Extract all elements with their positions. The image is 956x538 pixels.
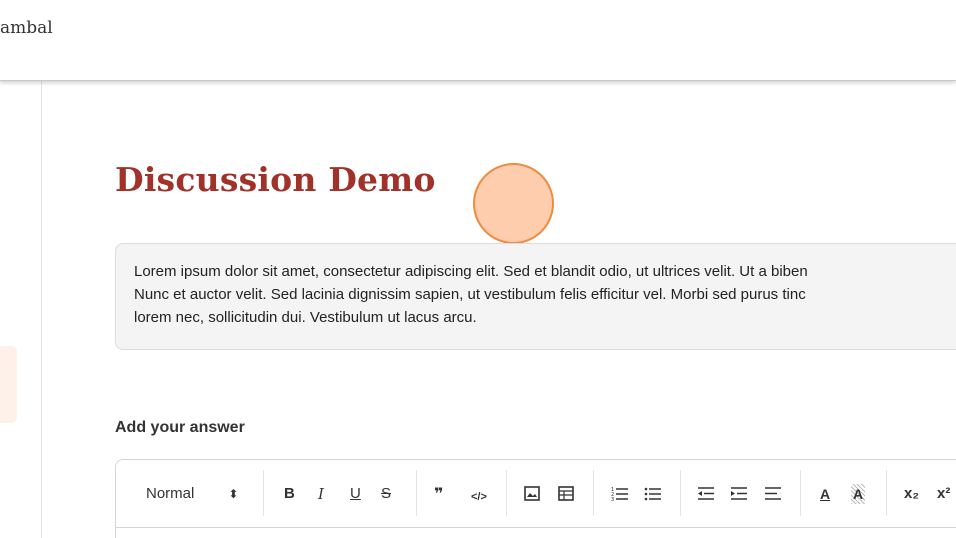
outdent-icon[interactable] bbox=[697, 486, 714, 507]
toolbar-separator bbox=[416, 470, 417, 516]
toolbar-separator bbox=[800, 470, 801, 516]
superscript-button[interactable]: x² bbox=[937, 484, 950, 504]
svg-text:3: 3 bbox=[611, 497, 614, 501]
image-icon[interactable] bbox=[524, 486, 540, 507]
sidebar-divider bbox=[41, 81, 42, 538]
table-icon[interactable] bbox=[558, 486, 574, 507]
strike-button[interactable]: S bbox=[381, 484, 391, 504]
ordered-list-icon[interactable]: 123 bbox=[611, 486, 628, 507]
page-title: Discussion Demo bbox=[115, 160, 436, 199]
click-indicator bbox=[473, 163, 554, 244]
toolbar-separator bbox=[506, 470, 507, 516]
subscript-button[interactable]: x₂ bbox=[904, 484, 919, 504]
question-text: Lorem ipsum dolor sit amet, consectetur … bbox=[134, 263, 808, 326]
format-select-label: Normal bbox=[146, 485, 195, 502]
italic-button[interactable]: I bbox=[318, 484, 324, 504]
underline-button[interactable]: U bbox=[350, 484, 361, 504]
answer-label: Add your answer bbox=[115, 419, 245, 436]
bullet-list-icon[interactable] bbox=[644, 486, 661, 507]
code-icon[interactable]: </> bbox=[471, 487, 487, 507]
top-navbar: ambal bbox=[0, 0, 956, 81]
chevron-updown-icon: ⬍ bbox=[228, 487, 239, 501]
align-icon[interactable] bbox=[764, 486, 781, 507]
quote-icon[interactable]: ❞ bbox=[434, 484, 443, 504]
toolbar-separator bbox=[263, 470, 264, 516]
question-card: Lorem ipsum dolor sit amet, consectetur … bbox=[115, 243, 956, 350]
text-color-icon[interactable]: A bbox=[820, 484, 830, 504]
sidebar-item[interactable] bbox=[0, 346, 17, 423]
bold-button[interactable]: B bbox=[284, 484, 295, 504]
highlight-icon[interactable]: A bbox=[851, 484, 866, 504]
answer-editor[interactable]: Normal ⬍ B I U S ❞ </> 123 A A x₂ x² bbox=[115, 459, 956, 538]
toolbar-separator bbox=[593, 470, 594, 516]
brand-logo-text[interactable]: ambal bbox=[0, 18, 53, 38]
format-select[interactable]: Normal ⬍ bbox=[146, 484, 238, 504]
indent-icon[interactable] bbox=[730, 486, 747, 507]
editor-toolbar: Normal ⬍ B I U S ❞ </> 123 A A x₂ x² bbox=[116, 460, 956, 528]
toolbar-separator bbox=[886, 470, 887, 516]
toolbar-separator bbox=[680, 470, 681, 516]
